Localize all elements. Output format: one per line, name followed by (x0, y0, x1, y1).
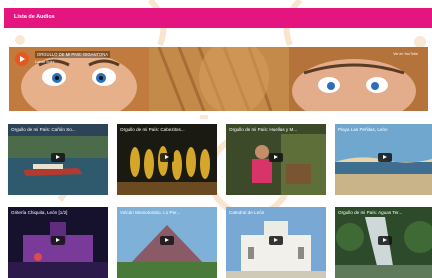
featured-video-channel[interactable]: Lahar Ilokz (35, 59, 55, 64)
play-icon[interactable] (378, 236, 392, 245)
video-card[interactable]: Catedral de León (226, 207, 326, 278)
video-title[interactable]: Volcán Momotombo, Lo Per... (120, 210, 214, 215)
video-card[interactable]: Playa Las Peñitas, León (335, 124, 432, 195)
video-card[interactable]: Orgullo de mi País: Cabezitos... (117, 124, 217, 195)
play-icon[interactable] (160, 236, 174, 245)
play-icon[interactable] (269, 236, 283, 245)
video-card[interactable]: Orgullo de mi País: Huellas y M... (226, 124, 326, 195)
video-title[interactable]: Orgullo de mi País: Huellas y M... (229, 127, 323, 132)
play-icon[interactable] (15, 52, 29, 66)
youtube-link[interactable]: Ver en YouTube (393, 52, 418, 56)
play-icon[interactable] (51, 236, 65, 245)
video-card[interactable]: Gritería Chiquita, León [1/2] (8, 207, 108, 278)
video-card[interactable]: Volcán Momotombo, Lo Per... (117, 207, 217, 278)
featured-video-player[interactable]: ORGULLO DE MI PAIS: GIGANTONA Lahar Ilok… (9, 47, 428, 111)
featured-video-title[interactable]: ORGULLO DE MI PAIS: GIGANTONA (35, 51, 111, 58)
video-title[interactable]: Playa Las Peñitas, León (338, 127, 432, 132)
header-bar: Lista de Audios (4, 8, 432, 28)
video-title[interactable]: Orgullo de mi País: Aguas Ter... (338, 210, 432, 215)
video-title[interactable]: Orgullo de mi País: Cabezitos... (120, 127, 214, 132)
video-card[interactable]: Orgullo de mi País: Aguas Ter... (335, 207, 432, 278)
play-icon[interactable] (51, 153, 65, 162)
video-title[interactable]: Catedral de León (229, 210, 323, 215)
play-icon[interactable] (160, 153, 174, 162)
video-card[interactable]: Orgullo de mi País: Cañón So... (8, 124, 108, 195)
video-title[interactable]: Orgullo de mi País: Cañón So... (11, 127, 105, 132)
video-title[interactable]: Gritería Chiquita, León [1/2] (11, 210, 105, 215)
page-title: Lista de Audios (14, 14, 55, 20)
play-icon[interactable] (269, 153, 283, 162)
play-icon[interactable] (378, 153, 392, 162)
